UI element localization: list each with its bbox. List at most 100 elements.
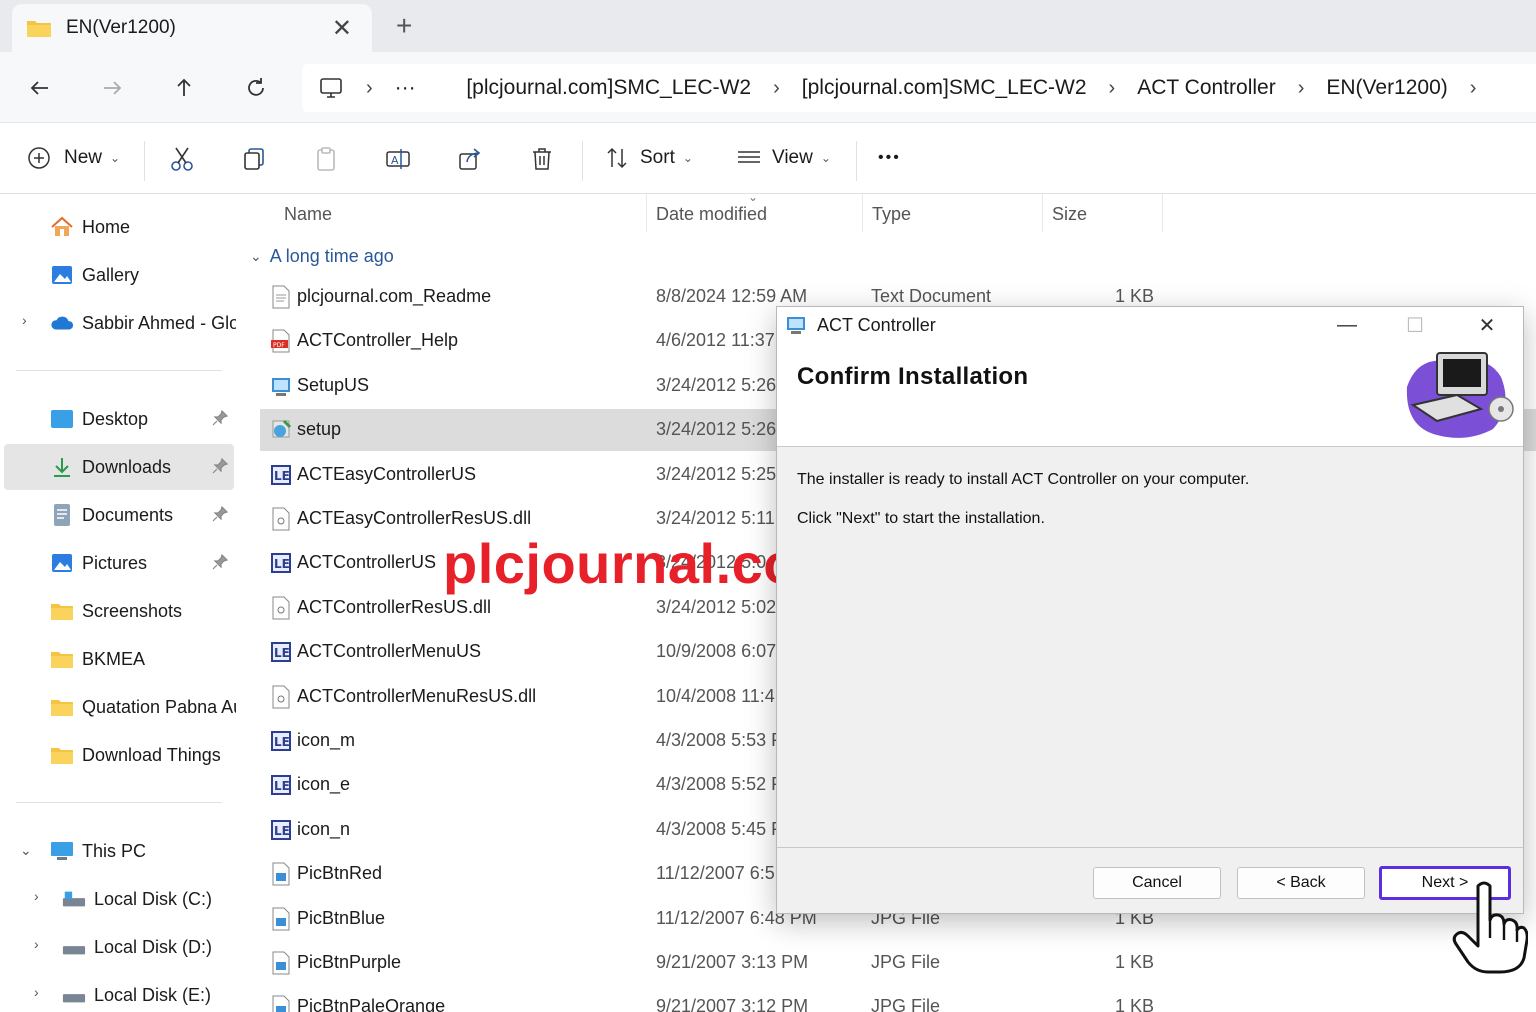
dialog-heading: Confirm Installation	[797, 363, 1029, 390]
svg-text:PDF: PDF	[273, 342, 285, 349]
column-divider	[646, 194, 647, 232]
copy-button[interactable]	[240, 145, 268, 173]
file-name: ACTControllerMenuUS	[297, 641, 482, 662]
drive-icon	[62, 887, 86, 911]
sidebar-item-downloads[interactable]: Downloads	[4, 444, 234, 490]
pin-icon[interactable]	[212, 410, 228, 426]
hand-pointer-cursor-icon	[1452, 881, 1528, 974]
gallery-icon	[50, 263, 74, 287]
pictures-icon	[50, 551, 74, 575]
file-icon: LE	[270, 463, 292, 487]
file-name: icon_m	[297, 730, 356, 750]
column-divider	[862, 194, 863, 232]
address-bar[interactable]: › ··· › [plcjournal.com]SMC_LEC-W2 › [pl…	[302, 64, 1536, 112]
divider	[144, 141, 145, 181]
breadcrumb-item[interactable]: EN(Ver1200)	[1326, 76, 1447, 100]
sidebar-item-download-things[interactable]: Download Things	[50, 732, 221, 778]
group-header[interactable]: ⌄ A long time ago	[250, 246, 394, 267]
dialog-header: Confirm Installation	[777, 343, 1523, 447]
column-header-name[interactable]: Name	[284, 204, 332, 225]
chevron-right-icon: ›	[773, 76, 780, 99]
sidebar-item-label: Pictures	[82, 552, 148, 573]
sidebar-item-label: Quatation Pabna Au	[82, 696, 236, 717]
plus-circle-icon	[28, 147, 50, 169]
rename-button[interactable]: A	[384, 145, 412, 173]
chevron-down-icon: ⌄	[682, 151, 693, 165]
new-tab-button[interactable]: +	[396, 10, 412, 42]
table-row[interactable]: PicBtnPurple 9/21/2007 3:13 PM JPG File 1 K…	[260, 942, 1536, 984]
sidebar-item-label: Desktop	[82, 408, 149, 429]
dialog-title-bar[interactable]: ACT Controller — ☐ ✕	[777, 307, 1523, 343]
installer-app-icon	[787, 317, 805, 334]
view-button[interactable]: View ⌄	[736, 145, 831, 171]
file-date: 3/24/2012 5:11	[656, 508, 775, 528]
svg-text:LE: LE	[274, 735, 290, 749]
svg-text:LE: LE	[274, 469, 290, 483]
sidebar-item-gallery[interactable]: Gallery	[50, 252, 139, 298]
cut-button[interactable]	[168, 145, 196, 173]
chevron-right-icon[interactable]: ›	[34, 888, 39, 904]
file-date: 4/6/2012 11:37	[656, 330, 775, 351]
file-size: 1 KB	[1115, 286, 1155, 306]
sort-button[interactable]: Sort ⌄	[604, 145, 693, 171]
share-button[interactable]	[456, 145, 484, 173]
sidebar-item-home[interactable]: Home	[50, 204, 130, 250]
list-view-icon	[738, 151, 760, 163]
new-button[interactable]: New ⌄	[26, 145, 120, 171]
refresh-icon[interactable]	[238, 70, 274, 106]
sidebar-item-screenshots[interactable]: Screenshots	[50, 588, 182, 634]
back-button[interactable]: < Back	[1237, 867, 1365, 899]
sidebar-item-onedrive[interactable]: Sabbir Ahmed - Glo	[50, 300, 236, 346]
pin-icon[interactable]	[212, 554, 228, 570]
sidebar-item-pictures[interactable]: Pictures	[50, 540, 234, 586]
table-row[interactable]: PicBtnPaleOrange 9/21/2007 3:12 PM JPG Fil…	[260, 986, 1536, 1012]
pin-icon[interactable]	[212, 458, 228, 474]
maximize-icon[interactable]: ☐	[1395, 311, 1435, 339]
cancel-button[interactable]: Cancel	[1093, 867, 1221, 899]
up-arrow-icon[interactable]	[166, 70, 202, 106]
sidebar-item-desktop[interactable]: Desktop	[50, 396, 234, 442]
minimize-icon[interactable]: —	[1327, 311, 1367, 339]
chevron-right-icon[interactable]: ›	[22, 312, 27, 328]
tab-bar: EN(Ver1200) ✕ +	[0, 0, 1536, 52]
sidebar-item-disk-e[interactable]: Local Disk (E:)	[62, 972, 211, 1012]
sidebar-item-quotation[interactable]: Quatation Pabna Au	[50, 684, 236, 730]
chevron-down-icon[interactable]: ⌄	[20, 842, 32, 859]
sidebar-item-documents[interactable]: Documents	[50, 492, 234, 538]
file-icon	[270, 951, 292, 975]
download-arrow-icon	[50, 455, 74, 479]
file-name: SetupUS	[297, 374, 370, 395]
close-icon[interactable]: ✕	[1467, 311, 1507, 339]
pin-icon[interactable]	[212, 506, 228, 522]
tab-title: EN(Ver1200)	[66, 17, 176, 38]
breadcrumb-item[interactable]: [plcjournal.com]SMC_LEC-W2	[466, 76, 751, 100]
sidebar-item-this-pc[interactable]: This PC	[50, 828, 146, 874]
sidebar-item-label: Screenshots	[82, 600, 183, 621]
sidebar-item-label: Download Things	[82, 744, 221, 765]
delete-button[interactable]	[528, 145, 556, 173]
sidebar-item-bkmea[interactable]: BKMEA	[50, 636, 145, 682]
file-icon: PDF	[270, 329, 292, 353]
paste-button[interactable]	[312, 145, 340, 173]
breadcrumb-item[interactable]: ACT Controller	[1137, 76, 1276, 100]
sidebar-item-disk-c[interactable]: Local Disk (C:)	[62, 876, 212, 922]
tab-en-ver1200[interactable]: EN(Ver1200) ✕	[12, 4, 372, 52]
breadcrumb-overflow[interactable]: ···	[395, 76, 416, 100]
more-options-button[interactable]: •••	[878, 149, 901, 167]
forward-arrow-icon[interactable]	[94, 70, 130, 106]
breadcrumb-item[interactable]: [plcjournal.com]SMC_LEC-W2	[802, 76, 1087, 100]
column-header-date[interactable]: Date modified	[656, 204, 767, 225]
file-icon	[270, 285, 292, 309]
column-header-size[interactable]: Size	[1052, 204, 1087, 225]
column-header-type[interactable]: Type	[872, 204, 911, 225]
tab-close-icon[interactable]: ✕	[332, 14, 352, 43]
chevron-right-icon[interactable]: ›	[34, 984, 39, 1000]
file-size: 1 KB	[1115, 996, 1155, 1012]
scissors-icon	[171, 147, 193, 171]
file-date: 3/24/2012 5:26	[656, 374, 777, 395]
back-arrow-icon[interactable]	[22, 70, 58, 106]
view-label: View	[772, 147, 813, 168]
sidebar-item-disk-d[interactable]: Local Disk (D:)	[62, 924, 212, 970]
chevron-right-icon[interactable]: ›	[34, 936, 39, 952]
navigation-bar: › ··· › [plcjournal.com]SMC_LEC-W2 › [pl…	[0, 52, 1536, 122]
